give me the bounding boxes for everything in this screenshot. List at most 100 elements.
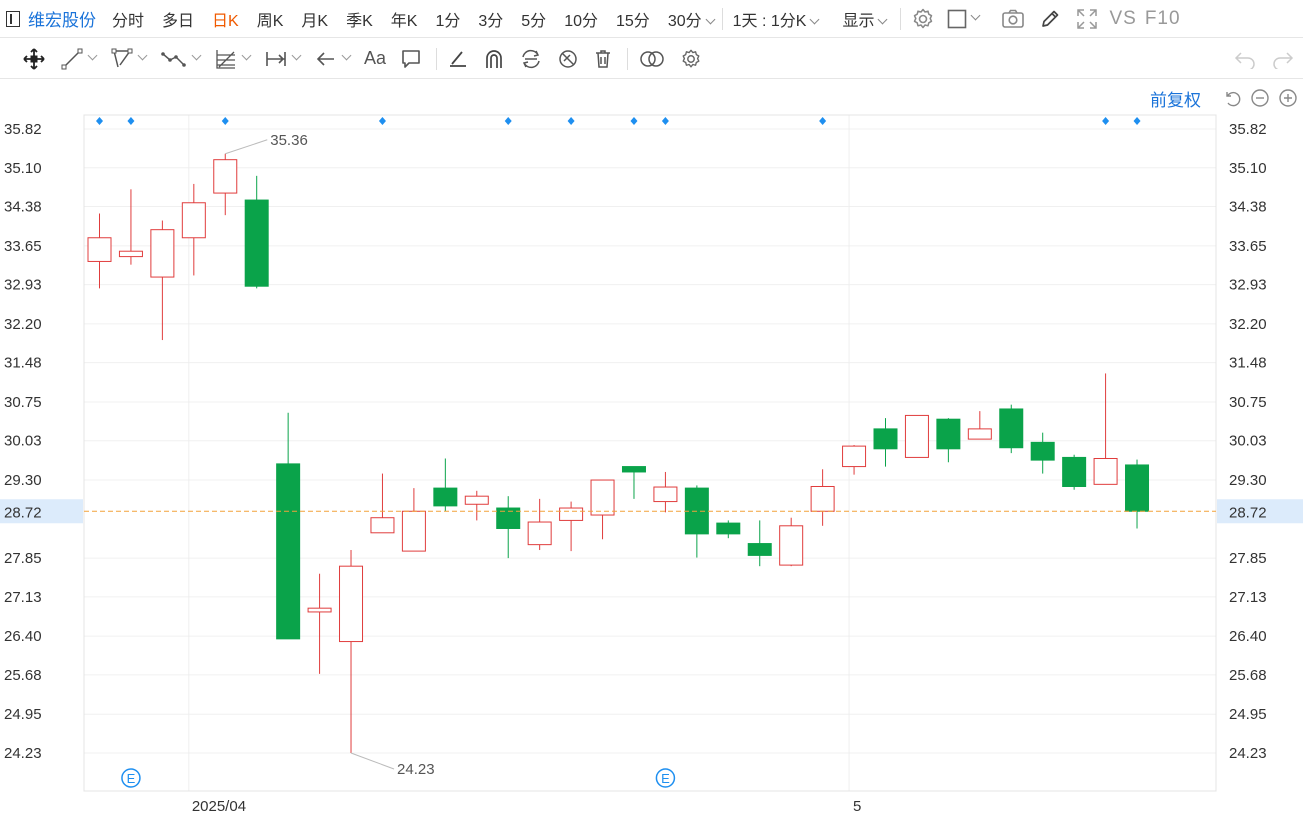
candle-body <box>339 565 364 643</box>
tab-30min-label: 30分 <box>667 12 702 30</box>
tab-fenshi[interactable]: 分时 <box>112 7 144 31</box>
move-cross-icon[interactable] <box>22 47 46 71</box>
candle-body <box>684 487 709 535</box>
tab-multiday[interactable]: 多日 <box>162 7 194 31</box>
y-tick-label: 24.95 <box>1229 706 1267 723</box>
layout-select[interactable] <box>947 9 981 29</box>
candle-body <box>999 408 1024 449</box>
sidebar-toggle-icon[interactable] <box>6 10 20 27</box>
candle-body <box>621 466 646 473</box>
candlestick-chart[interactable]: 28.72 28.72 35.36 24.23 E E 35.82 35.10 34.38 33… <box>0 0 1303 819</box>
trash-icon[interactable] <box>593 48 613 70</box>
y-tick-label: 24.23 <box>4 745 42 762</box>
camera-icon[interactable] <box>1001 8 1025 30</box>
y-tick-label: 30.03 <box>4 433 42 450</box>
candle-body <box>653 486 678 503</box>
candle-body <box>464 495 489 505</box>
candle-down <box>936 418 961 463</box>
event-diamond-icon <box>661 117 669 125</box>
candle-down <box>684 485 709 558</box>
candle-body <box>370 517 395 534</box>
event-diamond-icon <box>630 117 638 125</box>
candle-up <box>842 445 867 475</box>
chevron-down-icon <box>705 14 716 24</box>
candle-up <box>967 411 992 440</box>
drawing-settings-icon[interactable] <box>680 48 702 70</box>
candle-up <box>1093 373 1118 485</box>
display-menu[interactable]: 显示 <box>842 7 888 31</box>
redo-icon[interactable] <box>1271 49 1295 69</box>
drawing-toolbar: Aa <box>0 39 1303 79</box>
y-tick-label: 29.30 <box>1229 472 1267 489</box>
wave-tool[interactable] <box>160 47 202 71</box>
tab-1min[interactable]: 1分 <box>435 7 460 31</box>
event-diamond-icon <box>1102 117 1110 125</box>
tab-30min[interactable]: 30分 <box>667 7 716 31</box>
tab-5min[interactable]: 5分 <box>521 7 546 31</box>
candle-down <box>621 466 646 499</box>
overlay-icon[interactable] <box>638 49 666 69</box>
y-tick-label: 31.48 <box>1229 355 1267 372</box>
y-tick-label: 27.13 <box>4 589 42 606</box>
candle-body <box>307 607 332 613</box>
arrow-tool[interactable] <box>314 47 352 71</box>
plot-frame <box>83 114 1217 792</box>
candles <box>87 153 1150 753</box>
compare-vs-button[interactable]: VS <box>1109 8 1136 30</box>
candle-body <box>276 463 301 640</box>
stock-name[interactable]: 维宏股份 <box>28 6 96 31</box>
tab-quarterly-k[interactable]: 季K <box>346 7 373 31</box>
y-tick-label: 29.30 <box>4 472 42 489</box>
fullscreen-icon[interactable] <box>1075 7 1099 31</box>
interval-select[interactable]: 1天 : 1分K <box>733 7 820 31</box>
tab-10min[interactable]: 10分 <box>564 7 598 31</box>
trend-line-icon <box>61 48 83 69</box>
tab-monthly-k[interactable]: 月K <box>301 7 328 31</box>
zoom-in-icon[interactable] <box>1278 88 1298 108</box>
y-tick-label: 30.75 <box>1229 394 1267 411</box>
chevron-down-icon <box>137 50 148 61</box>
tab-yearly-k[interactable]: 年K <box>391 7 418 31</box>
candle-body <box>433 487 458 507</box>
magnet-icon[interactable] <box>483 48 505 70</box>
candle-down <box>1062 454 1087 490</box>
fib-tool[interactable] <box>214 47 252 71</box>
candle-body <box>559 507 584 521</box>
y-tick-label: 35.10 <box>1229 160 1267 177</box>
reset-icon[interactable] <box>1222 88 1242 108</box>
tab-daily-k[interactable]: 日K <box>212 7 239 31</box>
adjust-mode-button[interactable]: 前复权 <box>1150 86 1201 111</box>
tab-weekly-k[interactable]: 周K <box>257 7 284 31</box>
chevron-down-icon <box>241 50 252 61</box>
candle-down <box>999 404 1024 454</box>
divider <box>900 7 902 30</box>
tab-15min[interactable]: 15分 <box>616 7 650 31</box>
chevron-down-icon <box>191 50 202 61</box>
x-tick-label: 5 <box>853 798 861 815</box>
candle-body <box>967 428 992 440</box>
text-tool[interactable]: Aa <box>364 48 386 69</box>
hide-drawings-icon[interactable] <box>557 48 579 70</box>
tab-3min[interactable]: 3分 <box>478 7 503 31</box>
pencil-icon[interactable] <box>1039 8 1061 30</box>
candle-body <box>810 485 835 512</box>
settings-gear-icon[interactable] <box>911 7 935 31</box>
y-tick-label: 32.20 <box>1229 316 1267 333</box>
candle-up <box>590 479 615 540</box>
y-tick-label: 27.85 <box>4 550 42 567</box>
line-tool[interactable] <box>60 47 98 71</box>
comment-icon[interactable] <box>400 48 422 70</box>
overlays: 28.72 28.72 35.36 24.23 E E <box>0 117 1303 788</box>
measure-tool[interactable] <box>264 47 302 71</box>
y-tick-label: 32.93 <box>4 277 42 294</box>
candle-up <box>904 414 929 458</box>
zoom-out-icon[interactable] <box>1250 88 1270 108</box>
grid <box>84 115 1216 791</box>
top-toolbar: 维宏股份 分时 多日 日K 周K 月K 季K 年K 1分 3分 5分 10分 1… <box>0 0 1303 38</box>
sync-icon[interactable] <box>519 48 543 70</box>
channel-tool[interactable] <box>110 47 148 71</box>
f10-button[interactable]: F10 <box>1145 8 1181 30</box>
chart-controls <box>1222 88 1298 108</box>
undo-icon[interactable] <box>1233 49 1257 69</box>
pen-line-icon[interactable] <box>447 48 469 70</box>
